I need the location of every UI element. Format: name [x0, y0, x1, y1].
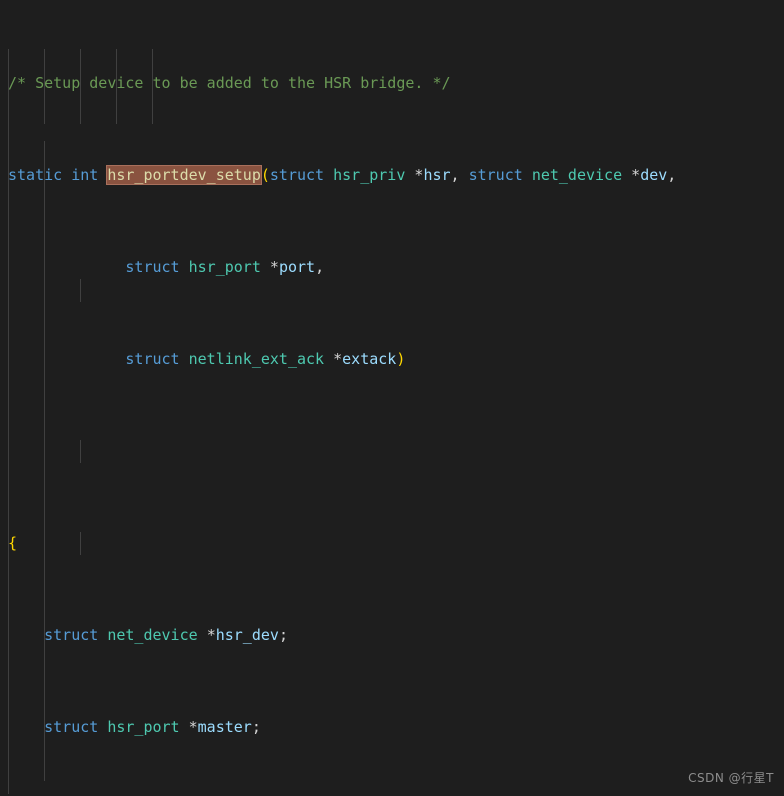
param-extack: extack — [342, 350, 397, 368]
type-net-device: net_device — [531, 166, 623, 184]
code-line-2[interactable]: static int hsr_portdev_setup(struct hsr_… — [0, 164, 784, 187]
code-line-4[interactable]: struct netlink_ext_ack *extack) — [0, 348, 784, 371]
asterisk: * — [631, 166, 641, 184]
code-editor[interactable]: /* Setup device to be added to the HSR b… — [0, 0, 784, 796]
comment-token: /* Setup device to be added to the HSR b… — [8, 74, 451, 92]
param-hsr: hsr — [423, 166, 451, 184]
asterisk: * — [269, 258, 279, 276]
keyword-struct: struct — [44, 718, 99, 736]
asterisk: * — [206, 626, 216, 644]
comma: , — [450, 166, 460, 184]
var-master: master — [197, 718, 252, 736]
keyword-struct: struct — [125, 350, 180, 368]
comma: , — [315, 258, 325, 276]
type-hsr-port: hsr_port — [107, 718, 180, 736]
brace-open: { — [8, 534, 18, 552]
comma: , — [667, 166, 677, 184]
asterisk: * — [188, 718, 198, 736]
var-hsr-dev: hsr_dev — [215, 626, 279, 644]
code-line-5[interactable] — [0, 440, 784, 463]
semicolon: ; — [278, 626, 288, 644]
keyword-int: int — [71, 166, 99, 184]
asterisk: * — [333, 350, 343, 368]
keyword-struct: struct — [44, 626, 99, 644]
keyword-struct: struct — [269, 166, 325, 184]
param-dev: dev — [640, 166, 668, 184]
code-line-6[interactable]: { — [0, 532, 784, 555]
param-port: port — [278, 258, 316, 276]
code-line-8[interactable]: struct hsr_port *master; — [0, 716, 784, 739]
type-net-device: net_device — [107, 626, 198, 644]
type-netlink-ext-ack: netlink_ext_ack — [188, 350, 325, 368]
type-hsr-priv: hsr_priv — [333, 166, 406, 184]
type-hsr-port: hsr_port — [188, 258, 261, 276]
semicolon: ; — [251, 718, 261, 736]
code-line-1[interactable]: /* Setup device to be added to the HSR b… — [0, 72, 784, 95]
code-line-7[interactable]: struct net_device *hsr_dev; — [0, 624, 784, 647]
keyword-struct: struct — [468, 166, 523, 184]
code-content[interactable]: /* Setup device to be added to the HSR b… — [0, 0, 784, 796]
paren-close: ) — [396, 350, 406, 368]
csdn-watermark: CSDN @行星T — [688, 771, 774, 785]
highlight-function-name[interactable]: hsr_portdev_setup — [106, 165, 262, 185]
code-line-3[interactable]: struct hsr_port *port, — [0, 256, 784, 279]
keyword-struct: struct — [125, 258, 180, 276]
paren-open: ( — [260, 166, 270, 184]
keyword-static: static — [8, 166, 63, 184]
